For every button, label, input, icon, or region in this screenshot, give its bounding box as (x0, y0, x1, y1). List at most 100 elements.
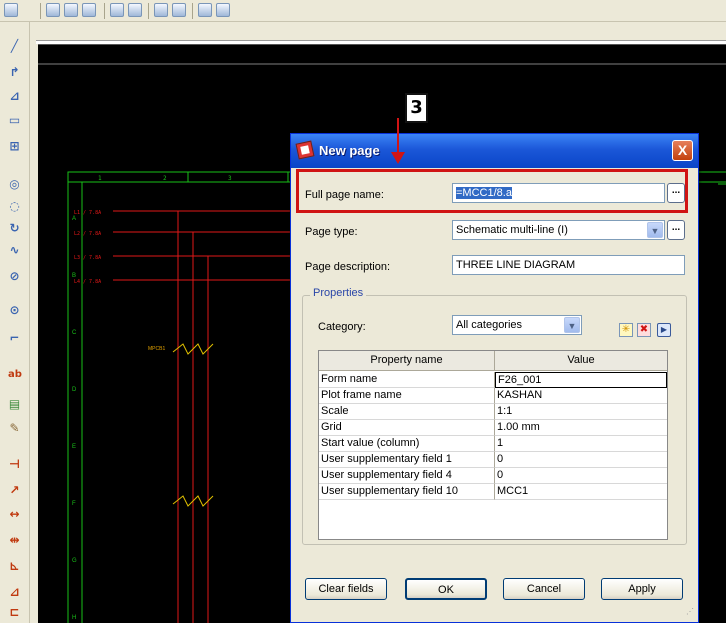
wire-label: L3 / 7.8A (74, 255, 101, 261)
toolbar-tool-icon[interactable] (154, 3, 168, 17)
page-icon (295, 140, 315, 160)
wire-label: L2 / 7.8A (74, 231, 101, 237)
annotation-highlight-box (296, 169, 688, 213)
point-tool-icon[interactable]: ⊙ (8, 304, 21, 317)
pen-tool-icon[interactable]: ✎ (8, 422, 21, 435)
column-header-property-name[interactable]: Property name (319, 351, 495, 371)
property-value-cell[interactable]: 1 (495, 436, 667, 452)
cancel-button[interactable]: Cancel (503, 578, 585, 600)
angle-tool-icon[interactable]: ⊾ (8, 560, 21, 573)
table-row[interactable]: Start value (column) 1 (319, 436, 667, 452)
property-value-cell[interactable]: 0 (495, 452, 667, 468)
property-value-cell[interactable]: 0 (495, 468, 667, 484)
new-property-icon[interactable]: ✳ (619, 323, 633, 337)
line-tool-icon[interactable]: ╱ (8, 40, 21, 53)
left-tool-palette: ╱ ↱ ⊿ ▭ ⊞ ◎ ◌ ↻ ∿ ⊘ ⊙ ⌐ ab ▤ ✎ ⊣ ↗ ↔ ⇹ ⊾… (0, 22, 30, 623)
dimension-tool-icon[interactable]: ⊣ (8, 458, 21, 471)
page-type-select[interactable]: Schematic multi-line (I) ▼ (452, 220, 665, 240)
column-number: 1 (98, 175, 102, 182)
box-tool-icon[interactable]: ⊞ (8, 140, 21, 153)
ok-button[interactable]: OK (405, 578, 487, 600)
play-arrow-icon[interactable]: ▶ (657, 323, 671, 337)
property-name-cell: Plot frame name (319, 388, 495, 404)
dialog-title: New page (319, 143, 380, 158)
toolbar-tool-icon[interactable] (46, 3, 60, 17)
spline-tool-icon[interactable]: ∿ (8, 244, 21, 257)
property-name-cell: Form name (319, 372, 495, 388)
category-select[interactable]: All categories ▼ (452, 315, 582, 335)
property-value-cell[interactable]: MCC1 (495, 484, 667, 500)
radius-tool-icon[interactable]: ⊿ (8, 586, 21, 599)
dialog-titlebar[interactable]: New page X (291, 134, 698, 168)
delete-property-icon[interactable]: ✖ (637, 323, 651, 337)
canvas-top-border (38, 44, 726, 45)
circle-tool-icon[interactable]: ◎ (8, 178, 21, 191)
table-row[interactable]: Grid 1.00 mm (319, 420, 667, 436)
extra-tool-icon[interactable]: ⊏ (8, 606, 21, 619)
wire-label: L1 / 7.8A (74, 210, 101, 216)
column-number: 2 (163, 175, 167, 182)
property-value-cell[interactable]: KASHAN (495, 388, 667, 404)
annotation-step-number: 3 (405, 93, 428, 123)
category-value: All categories (456, 319, 523, 331)
toolbar-tool-icon[interactable] (64, 3, 78, 17)
toolbar-tool-icon[interactable] (128, 3, 142, 17)
row-letter: C (72, 330, 77, 336)
toolbar-tool-icon[interactable] (4, 3, 18, 17)
toolbar-tool-icon[interactable] (172, 3, 186, 17)
apply-button[interactable]: Apply (601, 578, 683, 600)
ellipse-tool-icon[interactable]: ⊘ (8, 270, 21, 283)
page-type-label: Page type: (305, 226, 358, 238)
toolbar-separator (40, 3, 41, 19)
arc-tool-icon[interactable]: ◌ (8, 200, 21, 213)
curve-tool-icon[interactable]: ↻ (8, 222, 21, 235)
toolbar-tool-icon[interactable] (110, 3, 124, 17)
marker-tool-icon[interactable]: ↗ (8, 484, 21, 497)
toolbar-separator (104, 3, 105, 19)
page-type-value: Schematic multi-line (I) (456, 224, 568, 236)
property-value-cell[interactable]: 1:1 (495, 404, 667, 420)
polyline-tool-icon[interactable]: ↱ (8, 66, 21, 79)
chevron-down-icon[interactable]: ▼ (647, 222, 663, 238)
row-letter: D (72, 387, 77, 393)
row-letter: H (72, 615, 76, 621)
table-row[interactable]: Form name F26_001 (319, 372, 667, 388)
chevron-down-icon[interactable]: ▼ (564, 317, 580, 333)
property-value-cell[interactable]: F26_001 (495, 372, 667, 388)
table-row[interactable]: User supplementary field 10 (319, 452, 667, 468)
toolbar-separator (148, 3, 149, 19)
toolbar-tool-icon[interactable] (82, 3, 96, 17)
table-row[interactable]: User supplementary field 10 MCC1 (319, 484, 667, 500)
bus-tool-icon[interactable]: ⇹ (8, 534, 21, 547)
breaker-label: MPCB1 (148, 346, 165, 352)
resize-grip-icon[interactable]: ⋰ (686, 608, 696, 618)
rectangle-tool-icon[interactable]: ▭ (8, 114, 21, 127)
clear-fields-button[interactable]: Clear fields (305, 578, 387, 600)
hook-tool-icon[interactable]: ⌐ (8, 332, 21, 345)
page-description-label: Page description: (305, 261, 390, 273)
table-row[interactable]: Scale 1:1 (319, 404, 667, 420)
close-button[interactable]: X (672, 140, 693, 161)
properties-table: Property name Value Form name F26_001 Plo… (318, 350, 668, 540)
category-label: Category: (318, 321, 366, 333)
page-description-field[interactable]: THREE LINE DIAGRAM (452, 255, 685, 275)
page-type-browse-button[interactable]: ... (667, 220, 685, 240)
column-header-value[interactable]: Value (495, 351, 667, 371)
horizontal-dimension-icon[interactable]: ↔ (8, 508, 21, 521)
annotation-arrow-icon (391, 152, 405, 164)
property-name-cell: User supplementary field 1 (319, 452, 495, 468)
polygon-tool-icon[interactable]: ⊿ (8, 90, 21, 103)
table-row[interactable]: User supplementary field 40 (319, 468, 667, 484)
property-value-cell[interactable]: 1.00 mm (495, 420, 667, 436)
text-tool-icon[interactable]: ab (8, 368, 22, 381)
column-number: 3 (228, 175, 232, 182)
table-row[interactable]: Plot frame name KASHAN (319, 388, 667, 404)
toolbar-tool-icon[interactable] (198, 3, 212, 17)
property-name-cell: Scale (319, 404, 495, 420)
main-toolbar (0, 0, 726, 22)
row-letter: F (72, 501, 76, 507)
properties-group-label: Properties (310, 287, 367, 299)
toolbar-tool-icon[interactable] (216, 3, 230, 17)
toolbar-separator (192, 3, 193, 19)
image-tool-icon[interactable]: ▤ (8, 398, 21, 411)
